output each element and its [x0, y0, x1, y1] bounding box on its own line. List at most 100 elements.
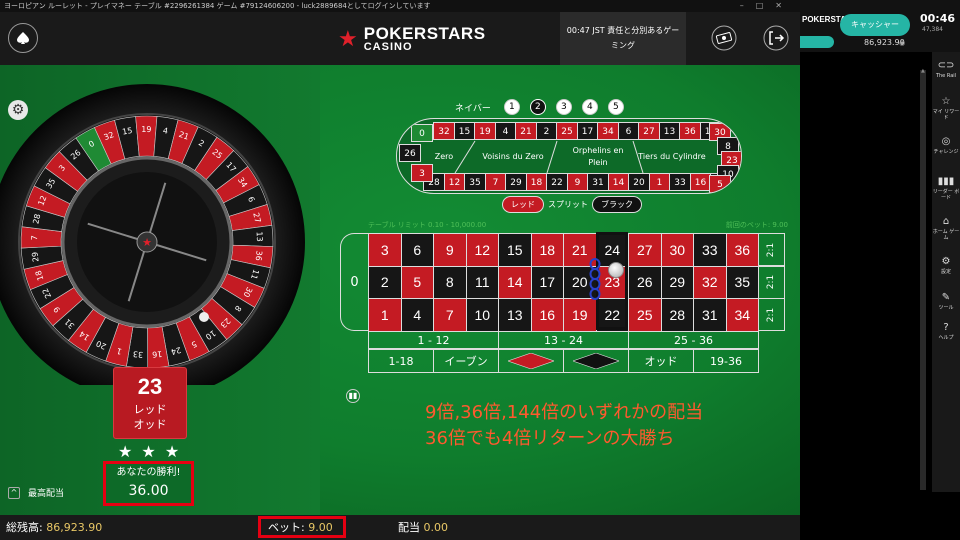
bet-cell-zero[interactable]: 0: [340, 233, 368, 331]
bet-cell-2[interactable]: 2: [368, 265, 402, 300]
bet-cell-14[interactable]: 14: [498, 265, 532, 300]
bet-cell-9[interactable]: 9: [433, 233, 467, 267]
sidebar-item-1[interactable]: ☆ マイ リワード: [932, 96, 960, 121]
bet-cell-19[interactable]: 19: [563, 298, 597, 332]
payout-total: 配当 0.00: [398, 515, 448, 540]
dozen-bet-1[interactable]: 1 - 12: [368, 331, 499, 349]
client-sidebar: ⊂⊃ The Rail ☆ マイ リワード ◎ チャレンジ ▮▮▮ リーダー ボード ⌂ ホーム …: [932, 52, 960, 492]
winning-number: 23: [137, 374, 163, 399]
payout-label: 配当: [398, 521, 420, 534]
highest-payout-label: 最高配当: [28, 489, 65, 499]
bet-cell-27[interactable]: 27: [628, 233, 662, 267]
bet-cell-25[interactable]: 25: [628, 298, 662, 332]
outside-bet-5[interactable]: 19-36: [693, 349, 759, 373]
bet-cell-17[interactable]: 17: [530, 265, 564, 300]
bet-cell-18[interactable]: 18: [530, 233, 564, 267]
sidebar-item-6[interactable]: ✎ ツール: [932, 292, 960, 311]
outside-bet-0[interactable]: 1-18: [368, 349, 434, 373]
dozen-bet-2[interactable]: 13 - 24: [498, 331, 629, 349]
bet-cell-29[interactable]: 29: [660, 265, 694, 300]
highest-payout-toggle[interactable]: ^ 最高配当: [8, 486, 64, 499]
sidebar-item-4[interactable]: ⌂ ホーム ゲーム: [932, 216, 960, 241]
bet-cell-34[interactable]: 34: [725, 298, 759, 332]
window-title: ヨーロピアン ルーレット - プレイマネー テーブル #2296261384 ゲ…: [4, 2, 431, 10]
bet-label: ベット:: [268, 521, 305, 534]
settings-gear-icon[interactable]: ⚙: [8, 100, 28, 120]
neighbor-option-1[interactable]: 1: [503, 99, 520, 115]
bet-cell-15[interactable]: 15: [498, 233, 532, 267]
sidebar-item-7[interactable]: ? ヘルプ: [932, 322, 960, 341]
cashier-button[interactable]: キャッシャー: [840, 14, 910, 36]
bet-cell-6[interactable]: 6: [400, 233, 434, 267]
black-pill[interactable]: ブラック: [592, 196, 642, 213]
red-bet[interactable]: [498, 349, 564, 373]
neighbor-option-3[interactable]: 3: [555, 99, 572, 115]
bet-total: ベット: 9.00: [268, 515, 333, 540]
bet-cell-1[interactable]: 1: [368, 298, 402, 332]
column-bet-2[interactable]: 2:1: [758, 265, 785, 299]
outside-bet-1[interactable]: イーブン: [433, 349, 499, 373]
responsible-gaming-notice[interactable]: 00:47 JST 責任と分別あるゲー ミング: [560, 12, 686, 65]
annotation-overlay: 9倍,36倍,144倍のいずれかの配当 36倍でも4倍リターンの大勝ち: [425, 400, 703, 452]
client-teal-tab[interactable]: [800, 36, 834, 48]
annotation-line-1: 9倍,36倍,144倍のいずれかの配当: [425, 402, 704, 423]
bet-cell-5[interactable]: 5: [400, 265, 434, 300]
bet-cell-13[interactable]: 13: [498, 298, 532, 332]
bet-cell-16[interactable]: 16: [530, 298, 564, 332]
bet-cell-11[interactable]: 11: [465, 265, 499, 300]
sidebar-item-0[interactable]: ⊂⊃ The Rail: [932, 60, 960, 79]
money-icon: [711, 25, 737, 51]
rail-icon: ⊂⊃: [937, 60, 955, 71]
sidebar-item-2[interactable]: ◎ チャレンジ: [932, 136, 960, 155]
wheel-number: 19: [141, 125, 151, 134]
bet-cell-30[interactable]: 30: [660, 233, 694, 267]
pokerstars-casino-logo: ★ POKERSTARS CASINO: [338, 25, 486, 53]
red-pill[interactable]: レッド: [502, 196, 544, 213]
help-icon: ?: [943, 322, 949, 333]
dozen-bet-3[interactable]: 25 - 36: [628, 331, 759, 349]
neighbors-label: ネイバー: [455, 103, 491, 114]
bet-cell-4[interactable]: 4: [400, 298, 434, 332]
color-bet-toggle: レッド スプリット ブラック: [502, 196, 642, 213]
bet-cell-36[interactable]: 36: [725, 233, 759, 267]
win-amount-box: あなたの勝利! 36.00: [103, 461, 194, 506]
outside-bet-4[interactable]: オッド: [628, 349, 694, 373]
bet-cell-32[interactable]: 32: [693, 265, 727, 300]
bet-cell-10[interactable]: 10: [465, 298, 499, 332]
bet-cell-3[interactable]: 3: [368, 233, 402, 267]
column-bet-3[interactable]: 2:1: [758, 298, 785, 332]
home-icon: ⌂: [942, 216, 950, 227]
column-bet-1[interactable]: 2:1: [758, 233, 785, 266]
statistics-icon[interactable]: ▮▮: [346, 389, 360, 403]
black-bet[interactable]: [563, 349, 629, 373]
split-label: スプリット: [548, 200, 588, 209]
scroll-up-icon[interactable]: ▲: [921, 68, 925, 74]
sidebar-label: ツール: [938, 305, 954, 311]
neighbor-option-4[interactable]: 4: [581, 99, 598, 115]
bet-cell-8[interactable]: 8: [433, 265, 467, 300]
leaderboard-icon: ▮▮▮: [937, 176, 955, 187]
placed-chip[interactable]: [608, 262, 624, 278]
bet-cell-31[interactable]: 31: [693, 298, 727, 332]
window-controls[interactable]: –□✕: [740, 0, 794, 12]
game-header: ★ POKERSTARS CASINO 00:47 JST 責任と分別あるゲー …: [0, 12, 800, 65]
bet-cell-35[interactable]: 35: [725, 265, 759, 300]
client-scrollbar[interactable]: [920, 70, 926, 490]
win-stars-icon: ★ ★ ★: [118, 442, 182, 461]
racetrack-bet-area[interactable]: 3215194212251734627133611281235729182293…: [396, 118, 742, 194]
neighbor-option-2[interactable]: 2: [529, 99, 546, 115]
sidebar-item-5[interactable]: ⚙ 設定: [932, 256, 960, 275]
lobby-spade-icon[interactable]: [8, 23, 38, 53]
sidebar-item-3[interactable]: ▮▮▮ リーダー ボード: [932, 176, 960, 201]
bottom-status-bar: 総残高: 86,923.90 ベット: 9.00 配当 0.00: [0, 515, 800, 540]
neighbor-option-5[interactable]: 5: [607, 99, 624, 115]
bet-cell-7[interactable]: 7: [433, 298, 467, 332]
bet-cell-26[interactable]: 26: [628, 265, 662, 300]
bet-cell-33[interactable]: 33: [693, 233, 727, 267]
bet-cell-12[interactable]: 12: [465, 233, 499, 267]
target-icon: ◎: [941, 136, 951, 147]
cashier-money-button[interactable]: [708, 22, 740, 54]
bet-cell-28[interactable]: 28: [660, 298, 694, 332]
eye-icon[interactable]: ◉: [899, 39, 905, 47]
exit-button[interactable]: [760, 22, 792, 54]
